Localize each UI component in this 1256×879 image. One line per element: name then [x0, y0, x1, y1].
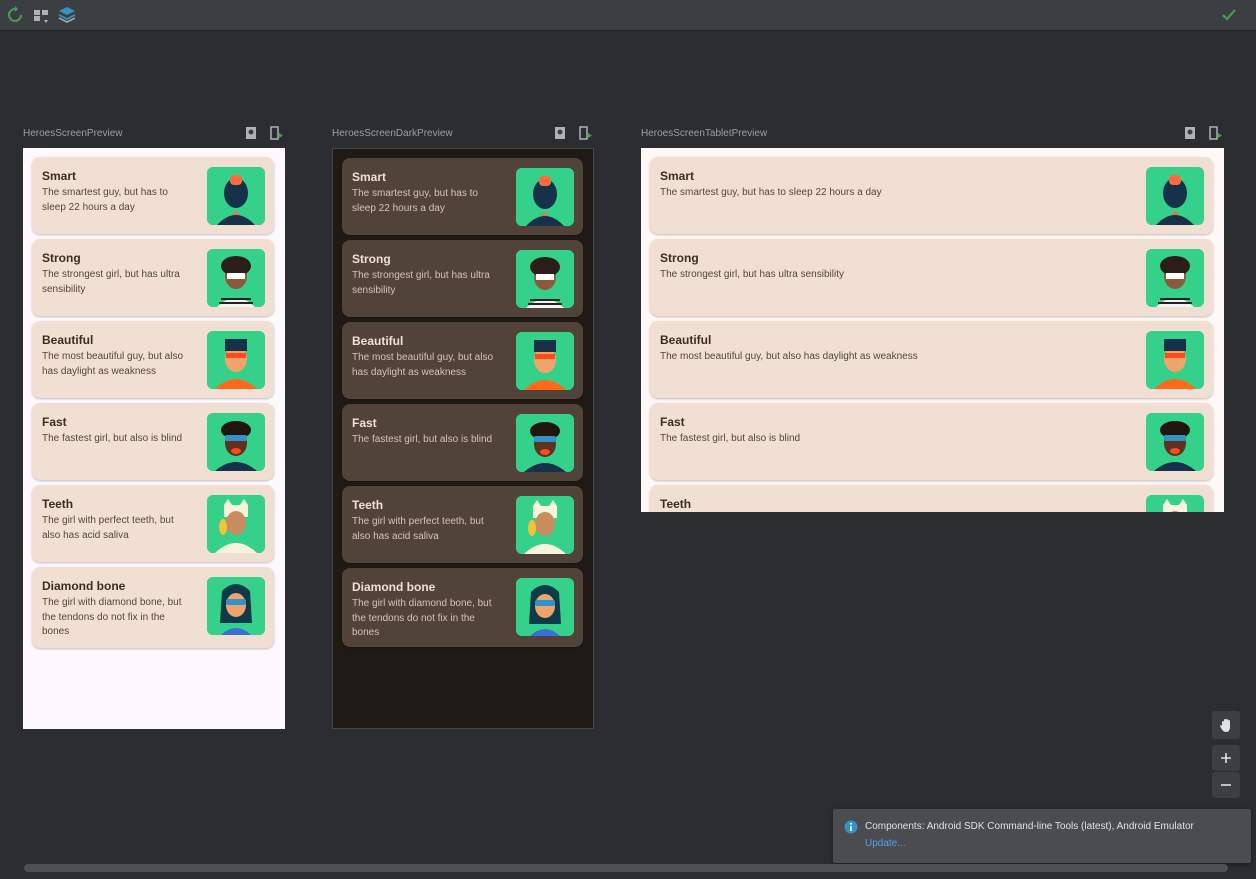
- hero-name: Teeth: [660, 497, 692, 511]
- horizontal-scrollbar[interactable]: [24, 864, 1228, 872]
- preview-frame-dark[interactable]: Smart The smartest guy, but has to sleep …: [332, 148, 594, 729]
- refresh-icon[interactable]: [6, 6, 24, 24]
- hero-name: Teeth: [352, 498, 384, 512]
- hero-avatar-strong: [207, 249, 265, 307]
- hero-avatar-diamond-bone: [516, 578, 574, 636]
- deploy-to-device-icon[interactable]: [270, 126, 284, 140]
- hero-name: Diamond bone: [352, 580, 436, 594]
- hero-avatar-smart: [1146, 167, 1204, 225]
- hero-name: Smart: [660, 169, 695, 183]
- hero-description: The girl with diamond bone, but the tendo…: [42, 597, 182, 637]
- hero-description: The fastest girl, but also is blind: [42, 433, 183, 444]
- hero-name: Smart: [42, 169, 77, 183]
- preview-frame-tablet[interactable]: Smart The smartest guy, but has to sleep…: [641, 148, 1224, 512]
- hero-avatar-teeth: [207, 495, 265, 553]
- hero-name: Teeth: [42, 497, 74, 511]
- preview-label-light: HeroesScreenPreview: [23, 128, 123, 139]
- hero-name: Diamond bone: [42, 579, 126, 593]
- hero-description: The fastest girl, but also is blind: [660, 433, 801, 444]
- deploy-to-device-icon[interactable]: [1209, 126, 1223, 140]
- hero-card[interactable]: Teeth The girl with perfect teeth, but al…: [342, 486, 583, 563]
- hero-card[interactable]: Fast The fastest girl, but also is blind: [342, 404, 583, 481]
- hero-avatar-fast: [207, 413, 265, 471]
- hero-card[interactable]: Strong The strongest girl, but has ultra…: [650, 239, 1213, 316]
- hero-name: Beautiful: [352, 334, 404, 348]
- interactive-mode-icon[interactable]: [554, 126, 568, 140]
- hero-card[interactable]: Beautiful The most beautiful guy, but al…: [650, 321, 1213, 398]
- hero-card[interactable]: Teeth The girl with perfect teeth, but al…: [32, 485, 274, 562]
- hero-name: Strong: [42, 251, 81, 265]
- layout-icon[interactable]: [32, 6, 50, 24]
- checkmark-icon[interactable]: [1220, 6, 1238, 24]
- preview-frame-light[interactable]: Smart The smartest guy, but has to sleep …: [23, 148, 285, 729]
- status-strip: [0, 872, 1256, 879]
- design-toolbar: [0, 0, 1256, 31]
- hero-card[interactable]: Smart The smartest guy, but has to sleep …: [32, 157, 274, 234]
- update-link[interactable]: Update...: [865, 838, 906, 849]
- zoom-in-button[interactable]: [1212, 745, 1240, 771]
- hero-avatar-beautiful: [516, 332, 574, 390]
- deploy-to-device-icon[interactable]: [579, 126, 593, 140]
- pan-tool-button[interactable]: [1212, 711, 1240, 739]
- hero-avatar-fast: [516, 414, 574, 472]
- preview-label-tablet: HeroesScreenTabletPreview: [641, 128, 768, 139]
- hero-description: The smartest guy, but has to sleep 22 ho…: [660, 187, 882, 198]
- hero-description: The smartest guy, but has to sleep 22 hou…: [42, 187, 168, 213]
- hero-name: Beautiful: [42, 333, 94, 347]
- hero-description: The strongest girl, but has ultra sensibi…: [42, 269, 180, 295]
- hero-name: Fast: [42, 415, 67, 429]
- preview-label-dark: HeroesScreenDarkPreview: [332, 128, 453, 139]
- info-icon: [844, 820, 858, 834]
- hero-avatar-smart: [516, 168, 574, 226]
- hero-description: The strongest girl, but has ultra sensibi…: [352, 270, 490, 296]
- hero-avatar-diamond-bone: [207, 577, 265, 635]
- hero-description: The girl with perfect teeth, but also has…: [42, 515, 174, 541]
- interactive-mode-icon[interactable]: [1184, 126, 1198, 140]
- update-notification: Components: Android SDK Command-line Too…: [833, 809, 1251, 863]
- hero-name: Strong: [352, 252, 391, 266]
- hero-name: Fast: [352, 416, 377, 430]
- notification-text: Components: Android SDK Command-line Too…: [865, 821, 1194, 832]
- hero-card[interactable]: Beautiful The most beautiful guy, but al…: [32, 321, 274, 398]
- preview-tools-light: [245, 126, 290, 142]
- zoom-out-icon: [1221, 784, 1231, 786]
- hero-description: The most beautiful guy, but also has dayl…: [42, 351, 184, 377]
- preview-tools-dark: [554, 126, 599, 142]
- hero-avatar-strong: [516, 250, 574, 308]
- hero-avatar-beautiful: [207, 331, 265, 389]
- hero-description: The girl with perfect teeth, but also has…: [352, 516, 484, 542]
- hero-card[interactable]: Smart The smartest guy, but has to sleep …: [342, 158, 583, 235]
- hero-name: Beautiful: [660, 333, 712, 347]
- hero-name: Strong: [660, 251, 699, 265]
- hero-name: Fast: [660, 415, 685, 429]
- hero-card[interactable]: Diamond bone The girl with diamond bone,…: [32, 567, 274, 648]
- hero-description: The strongest girl, but has ultra sensib…: [660, 269, 844, 280]
- hero-card[interactable]: Strong The strongest girl, but has ultra…: [342, 240, 583, 317]
- pan-hand-icon: [1220, 719, 1230, 732]
- hero-card[interactable]: Fast The fastest girl, but also is blind: [32, 403, 274, 480]
- hero-card[interactable]: Smart The smartest guy, but has to sleep…: [650, 157, 1213, 234]
- hero-name: Smart: [352, 170, 387, 184]
- hero-description: The most beautiful guy, but also has dayl…: [352, 352, 494, 378]
- hero-avatar-fast: [1146, 413, 1204, 471]
- hero-description: The fastest girl, but also is blind: [352, 434, 493, 445]
- interactive-mode-icon[interactable]: [245, 126, 259, 140]
- preview-tools-tablet: [1184, 126, 1229, 142]
- hero-avatar-strong: [1146, 249, 1204, 307]
- hero-card[interactable]: Teeth: [650, 485, 1213, 512]
- zoom-out-button[interactable]: [1212, 772, 1240, 798]
- hero-avatar-smart: [207, 167, 265, 225]
- hero-description: The girl with diamond bone, but the tendo…: [352, 598, 492, 638]
- hero-avatar-teeth: [516, 496, 574, 554]
- hero-description: The smartest guy, but has to sleep 22 hou…: [352, 188, 478, 214]
- hero-card[interactable]: Diamond bone The girl with diamond bone,…: [342, 568, 583, 647]
- hero-avatar-beautiful: [1146, 331, 1204, 389]
- hero-card[interactable]: Strong The strongest girl, but has ultra…: [32, 239, 274, 316]
- hero-card[interactable]: Fast The fastest girl, but also is blind: [650, 403, 1213, 480]
- hero-description: The most beautiful guy, but also has day…: [660, 351, 918, 362]
- layers-icon[interactable]: [58, 6, 76, 24]
- hero-avatar-teeth: [1146, 495, 1204, 512]
- hero-card[interactable]: Beautiful The most beautiful guy, but al…: [342, 322, 583, 399]
- zoom-in-icon: [1221, 753, 1231, 763]
